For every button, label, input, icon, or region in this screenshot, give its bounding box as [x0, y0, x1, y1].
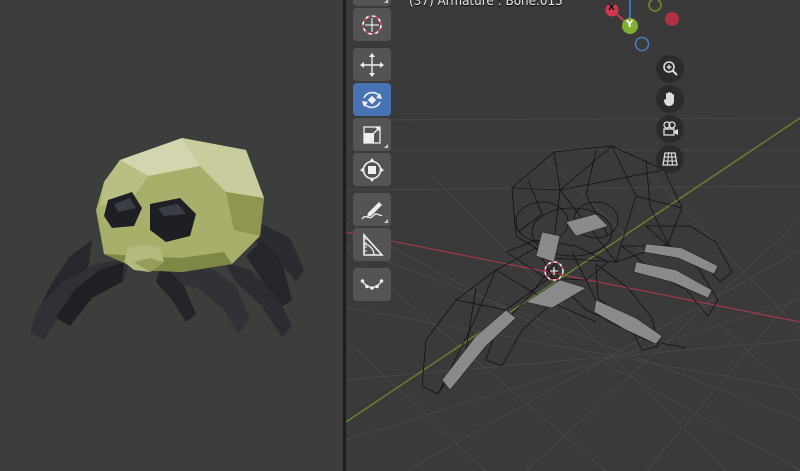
tool-corner-marker	[384, 144, 388, 148]
measure-icon	[363, 232, 384, 256]
camera-icon	[663, 121, 678, 136]
wireframe-scene	[346, 117, 800, 471]
camera-view-button[interactable]	[656, 115, 684, 143]
rotate-tool[interactable]	[353, 83, 391, 116]
left-viewport-render[interactable]	[0, 0, 343, 471]
zoom-button[interactable]	[656, 55, 684, 83]
transform-tool[interactable]	[353, 153, 391, 186]
cursor-icon	[362, 14, 382, 35]
measure-tool[interactable]	[353, 228, 391, 261]
bone-roll-tool[interactable]	[353, 268, 391, 301]
zoom-icon	[663, 61, 678, 76]
annotate-tool[interactable]	[353, 193, 391, 226]
scale-tool[interactable]	[353, 118, 391, 151]
scale-icon	[363, 125, 381, 144]
move-icon	[360, 52, 384, 77]
pan-button[interactable]	[656, 85, 684, 113]
grid-icon	[662, 152, 678, 166]
y-axis-line	[346, 117, 800, 423]
select-box-tool[interactable]	[353, 0, 391, 6]
object-info-text: (37) Armature : Bone.015	[409, 0, 563, 8]
move-tool[interactable]	[353, 48, 391, 81]
gizmo-x-label: X	[608, 3, 615, 13]
gizmo-y-label: Y	[626, 19, 634, 30]
bone-roll-icon	[360, 278, 384, 290]
cursor-tool[interactable]	[353, 8, 391, 41]
perspective-toggle-button[interactable]	[656, 145, 684, 173]
armature-bones	[441, 213, 719, 391]
annotate-icon	[361, 201, 383, 219]
tool-corner-marker	[384, 219, 388, 223]
rotate-icon	[362, 91, 382, 108]
tool-corner-marker	[384, 0, 388, 3]
navigation-gizmo[interactable]: X Y	[596, 0, 686, 60]
right-viewport-wireframe[interactable]: (37) Armature : Bone.015 X Y	[346, 0, 800, 471]
transform-icon	[360, 157, 384, 182]
spider-render	[30, 138, 304, 340]
hand-pan-icon	[663, 92, 674, 106]
